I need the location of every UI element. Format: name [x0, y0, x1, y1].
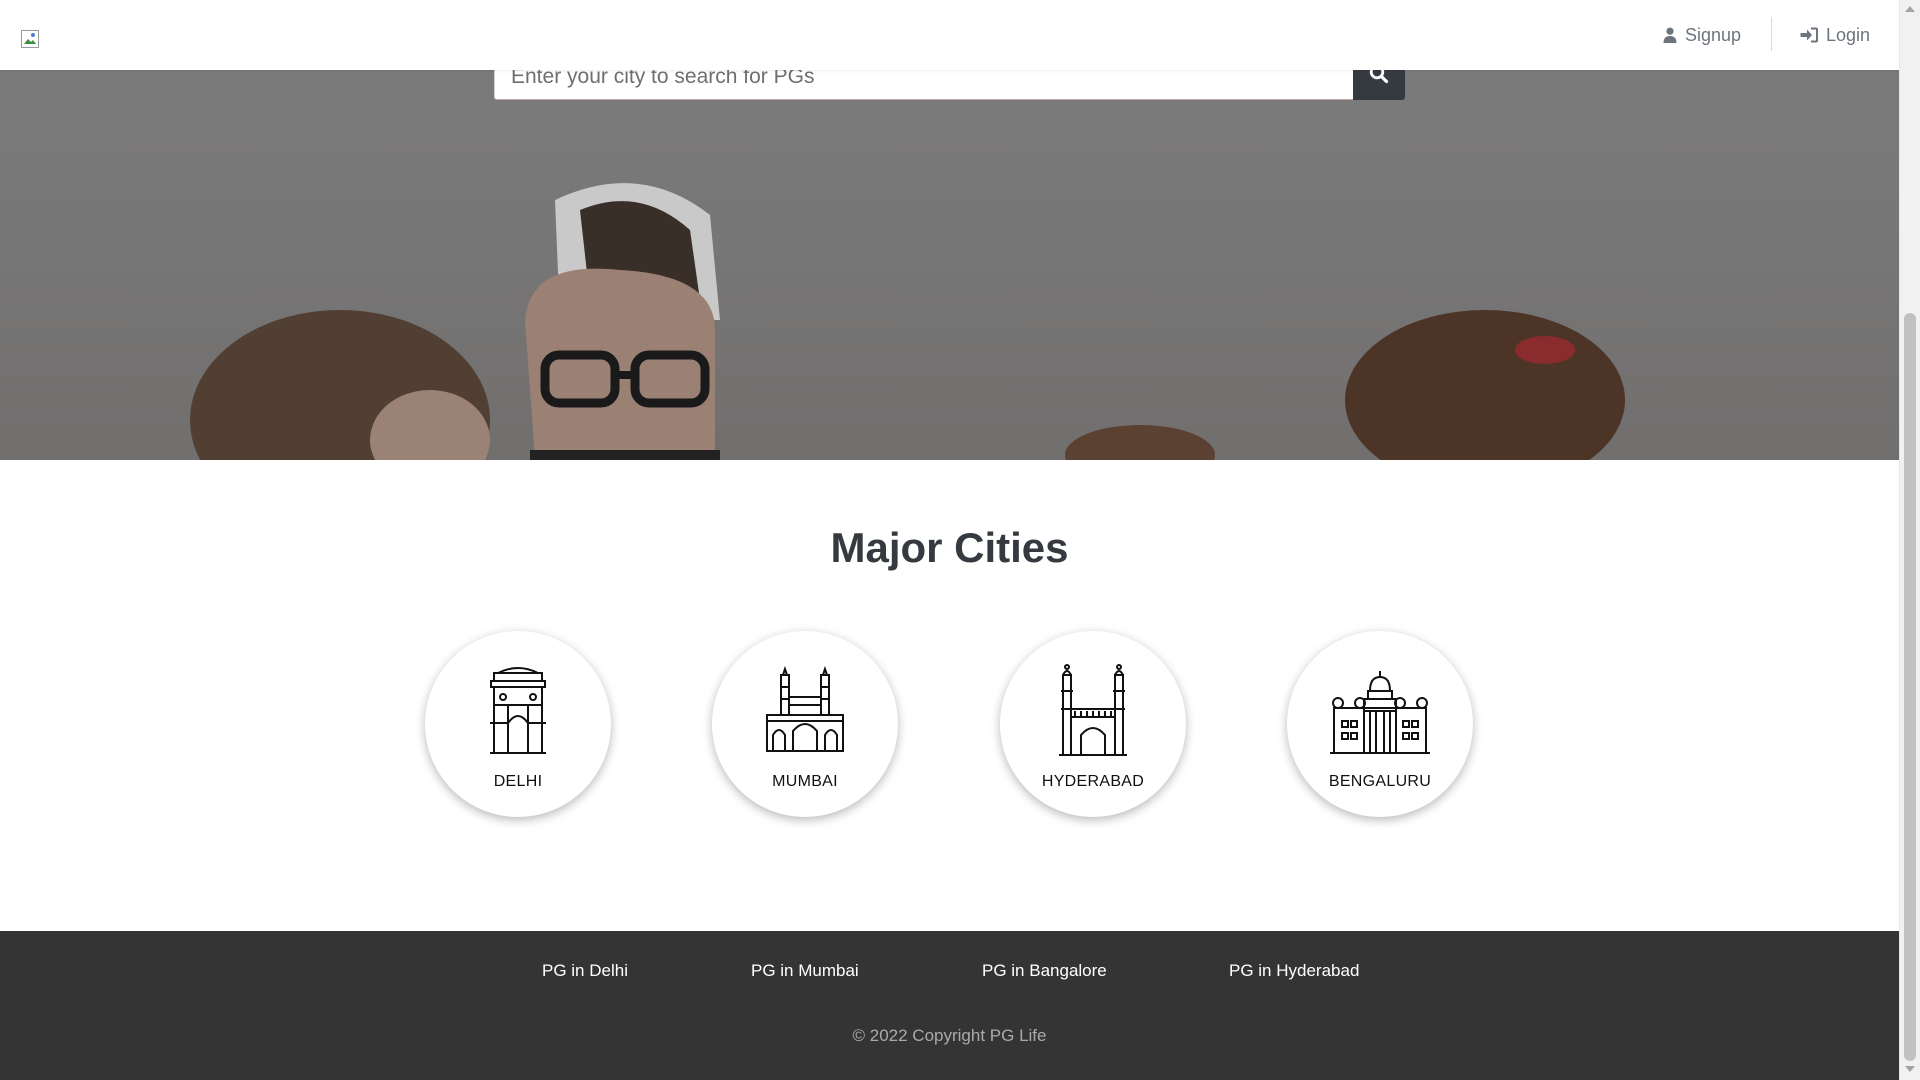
nav-divider [1771, 17, 1772, 51]
login-label: Login [1826, 24, 1871, 45]
scroll-up-arrow-icon[interactable] [1905, 6, 1915, 12]
broken-image-icon [21, 30, 39, 48]
footer-link-pg-bangalore[interactable]: PG in Bangalore [982, 961, 1107, 981]
signup-label: Signup [1685, 24, 1742, 45]
login-link[interactable]: Login [1800, 22, 1870, 48]
gateway-of-india-icon [766, 665, 844, 752]
city-name: BENGALURU [1328, 773, 1432, 790]
logo[interactable] [20, 29, 40, 49]
sign-in-icon [1800, 27, 1818, 43]
vidhana-soudha-icon [1330, 671, 1430, 754]
city-card-mumbai[interactable]: MUMBAI [712, 631, 898, 817]
city-name: MUMBAI [772, 773, 838, 790]
page: Signup Login Major Cities [0, 0, 1899, 1080]
scroll-down-arrow-icon[interactable] [1905, 1066, 1915, 1072]
navbar: Signup Login [0, 0, 1899, 70]
city-card-delhi[interactable]: DELHI [425, 631, 611, 817]
india-gate-icon [490, 667, 546, 754]
scroll-thumb[interactable] [1904, 313, 1916, 1061]
copyright-text: © 2022 Copyright PG Life [852, 1026, 1047, 1045]
footer-link-pg-hyderabad[interactable]: PG in Hyderabad [1229, 961, 1359, 981]
city-card-bengaluru[interactable]: BENGALURU [1287, 631, 1473, 817]
city-name: DELHI [493, 773, 543, 790]
user-icon [1663, 27, 1677, 43]
footer: PG in Delhi PG in Mumbai PG in Bangalore… [0, 931, 1899, 1080]
section-title: Major Cities [830, 524, 1069, 571]
charminar-icon [1059, 664, 1127, 756]
vertical-scrollbar[interactable] [1899, 0, 1920, 1080]
city-name: HYDERABAD [1041, 773, 1145, 790]
footer-link-pg-mumbai[interactable]: PG in Mumbai [751, 961, 859, 981]
footer-link-pg-delhi[interactable]: PG in Delhi [542, 961, 628, 981]
signup-link[interactable]: Signup [1663, 22, 1741, 48]
city-card-hyderabad[interactable]: HYDERABAD [1000, 631, 1186, 817]
